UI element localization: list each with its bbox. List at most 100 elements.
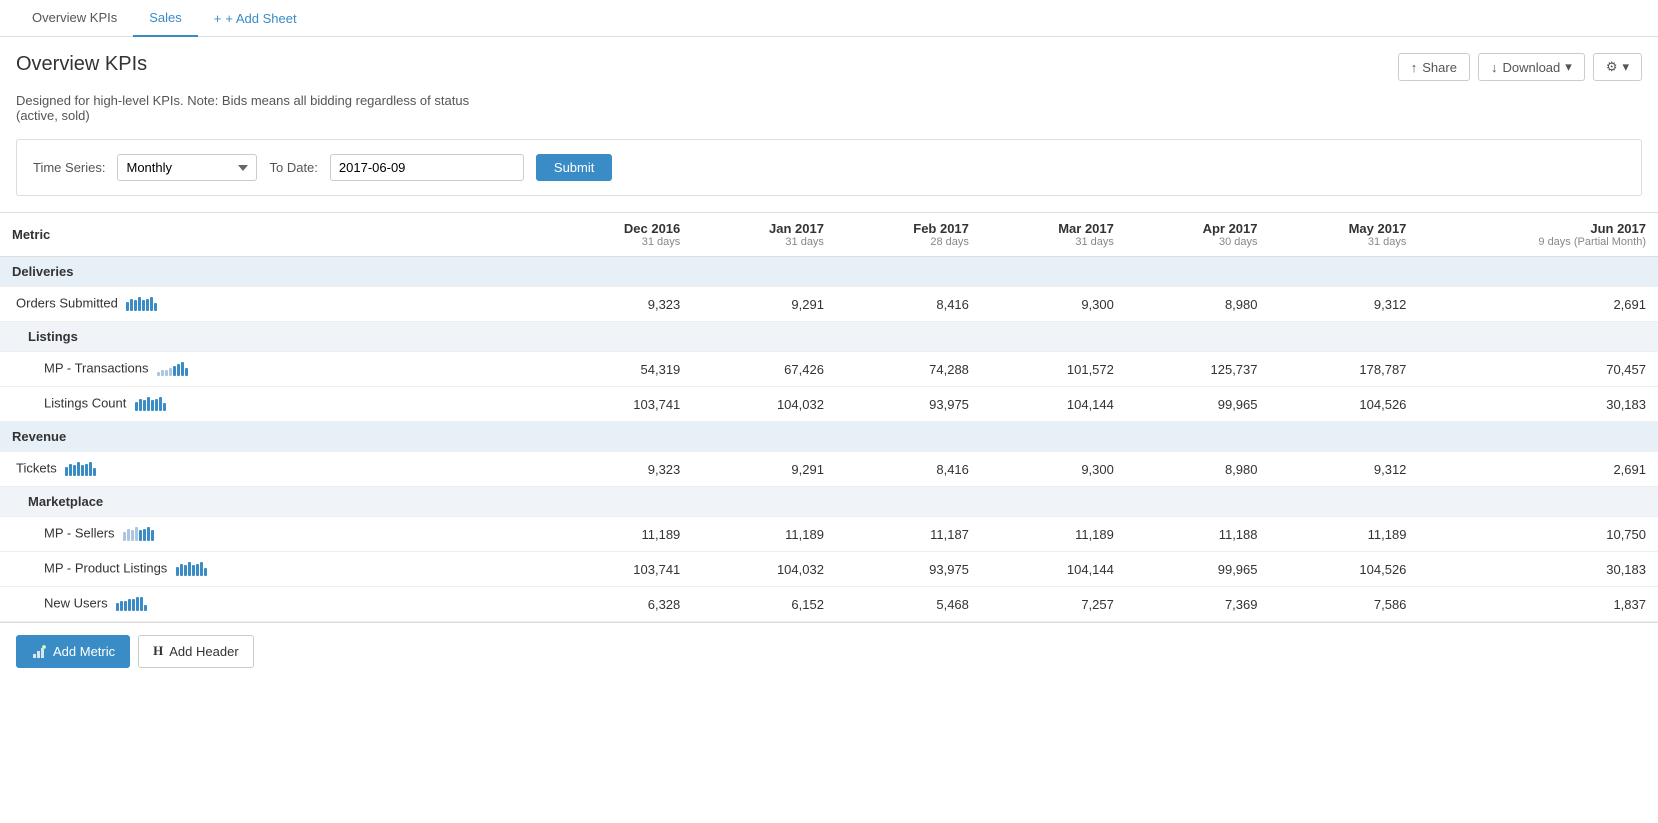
table-row: Tickets 9,3239,2918,4169,3008,9809,3122,… [0,452,1658,487]
row-value: 54,319 [546,352,692,387]
row-value: 67,426 [692,352,836,387]
col-header-mar2017: Mar 2017 31 days [981,213,1126,257]
row-value: 178,787 [1270,352,1419,387]
table-row: New Users 6,3286,1525,4687,2577,3697,586… [0,587,1658,622]
row-value: 11,188 [1126,517,1270,552]
row-value: 7,369 [1126,587,1270,622]
row-value: 11,189 [1270,517,1419,552]
row-value: 11,187 [836,517,981,552]
gear-icon: ⚙ [1606,59,1618,75]
row-value: 11,189 [981,517,1126,552]
section-header-row: Revenue [0,422,1658,452]
add-metric-icon [31,643,47,660]
subsection-header-row: Listings [0,322,1658,352]
to-date-label: To Date: [269,160,317,175]
col-header-jun2017: Jun 2017 9 days (Partial Month) [1418,213,1658,257]
row-value: 9,312 [1270,452,1419,487]
add-sheet-button[interactable]: + + Add Sheet [198,1,313,36]
header-actions: ↑ Share ↓ Download ▾ ⚙ ▾ [1398,53,1642,81]
subsection-header-row: Marketplace [0,487,1658,517]
kpi-table: Metric Dec 2016 31 days Jan 2017 31 days… [0,212,1658,622]
row-value: 2,691 [1418,452,1658,487]
row-value: 8,416 [836,452,981,487]
row-value: 9,300 [981,452,1126,487]
tabs-bar: Overview KPIs Sales + + Add Sheet [0,0,1658,37]
row-value: 30,183 [1418,552,1658,587]
row-value: 7,257 [981,587,1126,622]
add-header-button[interactable]: H Add Header [138,635,254,668]
row-value: 74,288 [836,352,981,387]
row-value: 104,032 [692,552,836,587]
row-label: Tickets [0,452,546,487]
row-value: 6,152 [692,587,836,622]
row-label: MP - Transactions [0,352,546,387]
section-header-row: Deliveries [0,257,1658,287]
dropdown-chevron-icon: ▾ [1565,59,1572,75]
table-row: MP - Transactions 54,31967,42674,288101,… [0,352,1658,387]
row-value: 9,312 [1270,287,1419,322]
row-value: 9,300 [981,287,1126,322]
add-metric-button[interactable]: Add Metric [16,635,130,668]
row-value: 93,975 [836,387,981,422]
download-icon: ↓ [1491,60,1498,75]
col-header-metric: Metric [0,213,546,257]
row-value: 101,572 [981,352,1126,387]
row-value: 1,837 [1418,587,1658,622]
col-header-apr2017: Apr 2017 30 days [1126,213,1270,257]
share-button[interactable]: ↑ Share [1398,53,1470,81]
row-value: 99,965 [1126,387,1270,422]
col-header-dec2016: Dec 2016 31 days [546,213,692,257]
bottom-actions: Add Metric H Add Header [0,622,1658,680]
time-series-label: Time Series: [33,160,105,175]
row-value: 11,189 [692,517,836,552]
row-label: MP - Sellers [0,517,546,552]
submit-button[interactable]: Submit [536,154,612,181]
row-value: 9,291 [692,287,836,322]
col-header-feb2017: Feb 2017 28 days [836,213,981,257]
row-value: 8,980 [1126,452,1270,487]
table-row: MP - Product Listings 103,741104,03293,9… [0,552,1658,587]
download-button[interactable]: ↓ Download ▾ [1478,53,1585,81]
row-label: Listings Count [0,387,546,422]
row-value: 99,965 [1126,552,1270,587]
share-icon: ↑ [1411,60,1418,75]
tab-overview-kpis[interactable]: Overview KPIs [16,0,133,37]
row-value: 5,468 [836,587,981,622]
subsection-label: Listings [0,322,1658,352]
tab-sales[interactable]: Sales [133,0,198,37]
row-value: 104,526 [1270,387,1419,422]
row-value: 125,737 [1126,352,1270,387]
header-icon: H [153,643,163,659]
table-header-row: Metric Dec 2016 31 days Jan 2017 31 days… [0,213,1658,257]
page-header: Overview KPIs ↑ Share ↓ Download ▾ ⚙ ▾ [0,37,1658,89]
row-label: New Users [0,587,546,622]
settings-dropdown-icon: ▾ [1622,59,1629,75]
table-row: MP - Sellers 11,18911,18911,18711,18911,… [0,517,1658,552]
table-row: Orders Submitted 9,3239,2918,4169,3008,9… [0,287,1658,322]
table-row: Listings Count 103,741104,03293,975104,1… [0,387,1658,422]
row-value: 9,291 [692,452,836,487]
row-value: 30,183 [1418,387,1658,422]
row-value: 11,189 [546,517,692,552]
to-date-input[interactable] [330,154,524,181]
row-value: 8,416 [836,287,981,322]
section-label: Revenue [0,422,1658,452]
plus-icon: + [214,11,222,26]
row-value: 8,980 [1126,287,1270,322]
row-label: MP - Product Listings [0,552,546,587]
subsection-label: Marketplace [0,487,1658,517]
row-value: 104,144 [981,387,1126,422]
row-value: 104,144 [981,552,1126,587]
description: Designed for high-level KPIs. Note: Bids… [0,89,500,139]
time-series-select[interactable]: Monthly Daily Weekly Quarterly Yearly [117,154,257,181]
settings-button[interactable]: ⚙ ▾ [1593,53,1642,81]
row-value: 103,741 [546,387,692,422]
row-label: Orders Submitted [0,287,546,322]
table-container: Metric Dec 2016 31 days Jan 2017 31 days… [0,212,1658,622]
filter-bar: Time Series: Monthly Daily Weekly Quarte… [16,139,1642,196]
section-label: Deliveries [0,257,1658,287]
row-value: 9,323 [546,287,692,322]
page-title: Overview KPIs [16,53,147,76]
row-value: 104,526 [1270,552,1419,587]
col-header-jan2017: Jan 2017 31 days [692,213,836,257]
